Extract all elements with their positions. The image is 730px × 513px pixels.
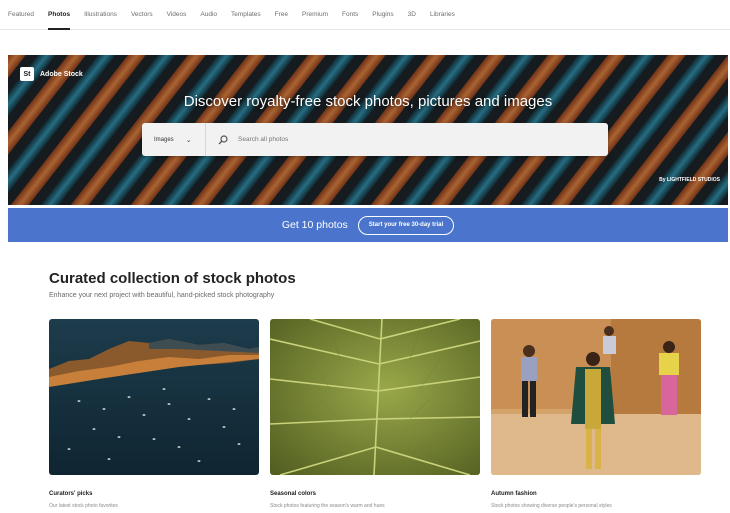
card-autumn-fashion[interactable]: Autumn fashion Stock photos showing dive…: [491, 319, 701, 509]
card-image-leaf: [270, 319, 480, 475]
nav-item-audio[interactable]: Audio: [200, 0, 217, 30]
card-title: Autumn fashion: [491, 491, 537, 497]
chevron-down-icon: ⌄: [185, 136, 192, 144]
section-title: Curated collection of stock photos: [49, 270, 296, 287]
search-type-select[interactable]: Images ⌄: [142, 123, 206, 156]
promo-banner: Get 10 photos Start your free 30-day tri…: [8, 208, 728, 242]
search-type-value: Images: [154, 136, 174, 143]
hero-banner: St Adobe Stock Discover royalty-free sto…: [8, 55, 728, 205]
nav-item-free[interactable]: Free: [275, 0, 288, 30]
nav-item-vectors[interactable]: Vectors: [131, 0, 153, 30]
card-image-islands: [49, 319, 259, 475]
nav-item-illustrations[interactable]: Illustrations: [84, 0, 117, 30]
search-icon[interactable]: [218, 134, 228, 145]
nav-item-templates[interactable]: Templates: [231, 0, 261, 30]
card-title: Seasonal colors: [270, 491, 317, 497]
promo-text: Get 10 photos: [281, 219, 348, 231]
card-image-fashion: [491, 319, 701, 475]
hero-title: Discover royalty-free stock photos, pict…: [183, 93, 553, 110]
nav-item-plugins[interactable]: Plugins: [372, 0, 393, 30]
nav-item-photos[interactable]: Photos: [48, 0, 71, 30]
nav-item-3d[interactable]: 3D: [408, 0, 416, 30]
nav-item-featured[interactable]: Featured: [8, 0, 34, 30]
photo-credit: By LIGHTFIELD STUDIOS: [659, 177, 720, 183]
search-input[interactable]: [236, 122, 608, 157]
free-trial-button[interactable]: Start your free 30-day trial: [357, 215, 455, 235]
stock-logo-icon: St: [20, 67, 34, 81]
logo-text: Adobe Stock: [40, 70, 83, 78]
section-subtitle: Enhance your next project with beautiful…: [49, 292, 275, 299]
card-seasonal-colors[interactable]: Seasonal colors Stock photos featuring t…: [270, 319, 480, 509]
card-description: Stock photos showing diverse people's pe…: [491, 503, 612, 509]
nav-item-premium[interactable]: Premium: [302, 0, 328, 30]
card-curators-picks[interactable]: Curators' picks Our latest stock photo f…: [49, 319, 259, 509]
card-description: Our latest stock photo favorites: [49, 503, 118, 509]
card-description: Stock photos featuring the season's warm…: [270, 503, 385, 509]
top-nav: Featured Photos Illustrations Vectors Vi…: [0, 0, 730, 30]
adobe-stock-logo[interactable]: St Adobe Stock: [20, 67, 83, 81]
nav-item-libraries[interactable]: Libraries: [430, 0, 455, 30]
search-bar: Images ⌄: [142, 122, 608, 157]
card-title: Curators' picks: [49, 491, 93, 497]
nav-item-fonts[interactable]: Fonts: [342, 0, 358, 30]
nav-item-videos[interactable]: Videos: [167, 0, 187, 30]
